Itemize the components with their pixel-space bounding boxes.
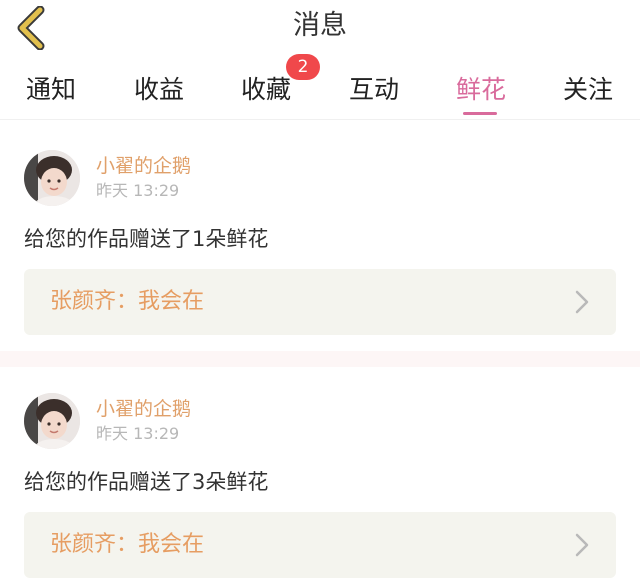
chevron-right-icon: [575, 290, 589, 314]
username[interactable]: 小翟的企鹅: [96, 154, 191, 178]
avatar[interactable]: [24, 393, 80, 449]
avatar-image: [24, 393, 80, 449]
tab-favorites[interactable]: 收藏: [241, 72, 291, 116]
username[interactable]: 小翟的企鹅: [96, 397, 191, 421]
avatar-image: [24, 150, 80, 206]
quoted-work-title: 张颜齐：我会在: [50, 289, 205, 314]
tab-interactions[interactable]: 互动: [349, 72, 399, 116]
avatar[interactable]: [24, 150, 80, 206]
tab-following[interactable]: 关注: [563, 72, 613, 116]
section-divider: [0, 351, 640, 367]
active-tab-indicator: [463, 112, 497, 115]
tab-flowers[interactable]: 鲜花: [456, 72, 506, 116]
list-item: 小翟的企鹅 昨天 13:29 给您的作品赠送了3朵鲜花 张颜齐：我会在: [0, 391, 640, 581]
favorites-count-badge: 2: [286, 54, 320, 80]
chevron-right-icon: [575, 533, 589, 557]
tab-notifications[interactable]: 通知: [26, 72, 76, 116]
quoted-work-title: 张颜齐：我会在: [50, 532, 205, 557]
page-title: 消息: [293, 10, 347, 41]
top-bar: 消息: [0, 0, 640, 56]
quoted-work-card[interactable]: 张颜齐：我会在: [24, 512, 616, 578]
timestamp: 昨天 13:29: [96, 181, 180, 200]
list-item: 小翟的企鹅 昨天 13:29 给您的作品赠送了1朵鲜花 张颜齐：我会在: [0, 148, 640, 338]
message-text: 给您的作品赠送了1朵鲜花: [24, 227, 269, 251]
messages-page: 消息 通知 收益 收藏 互动 鲜花 关注 2 小翟的企鹅 昨天 13:29 给您…: [0, 0, 640, 587]
timestamp: 昨天 13:29: [96, 424, 180, 443]
quoted-work-card[interactable]: 张颜齐：我会在: [24, 269, 616, 335]
tab-bar: 通知 收益 收藏 互动 鲜花 关注: [0, 62, 640, 120]
tab-earnings[interactable]: 收益: [134, 72, 184, 116]
message-text: 给您的作品赠送了3朵鲜花: [24, 470, 269, 494]
